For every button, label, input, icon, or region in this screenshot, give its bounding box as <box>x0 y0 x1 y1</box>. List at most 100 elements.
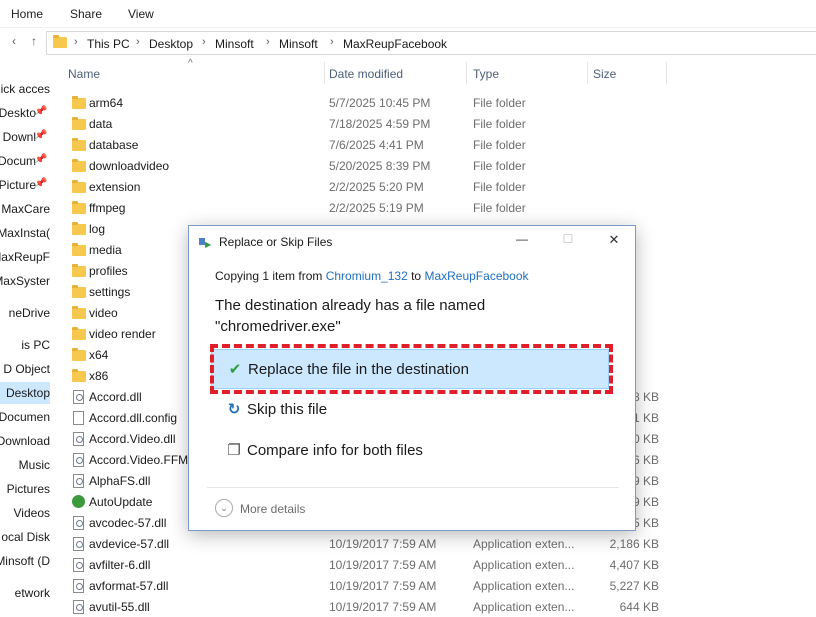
nav-item-maxcare[interactable]: MaxCare <box>0 198 50 220</box>
minimize-button[interactable]: — <box>510 232 534 250</box>
file-row[interactable]: database 7/6/2025 4:41 PM File folder <box>66 134 666 155</box>
source-folder-link[interactable]: Chromium_132 <box>326 269 408 283</box>
nav-item-desktop-pinned[interactable]: Deskto 📌 <box>0 102 50 124</box>
chevron-right-icon[interactable]: › <box>266 36 270 48</box>
breadcrumb-minsoft[interactable]: Minsoft <box>215 37 254 51</box>
nav-item-videos[interactable]: Videos <box>0 502 50 524</box>
dll-icon <box>73 600 84 614</box>
file-name: log <box>89 222 106 236</box>
file-row[interactable]: ffmpeg 2/2/2025 5:19 PM File folder <box>66 197 666 218</box>
nav-item-quick-access[interactable]: uick acces <box>0 78 50 100</box>
chevron-right-icon[interactable]: › <box>74 36 78 48</box>
file-row[interactable]: extension 2/2/2025 5:20 PM File folder <box>66 176 666 197</box>
breadcrumb-this-pc[interactable]: This PC <box>87 37 130 51</box>
close-button[interactable]: ✕ <box>602 232 626 250</box>
column-divider[interactable] <box>666 62 667 84</box>
folder-icon <box>72 348 86 361</box>
compare-files-option[interactable]: ❐ Compare info for both files <box>211 431 609 471</box>
file-name: avfilter-6.dll <box>89 558 151 572</box>
highlight-annotation <box>210 344 613 394</box>
file-row[interactable]: avformat-57.dll 10/19/2017 7:59 AM Applica… <box>66 575 666 596</box>
nav-item-3d-objects[interactable]: D Object <box>0 358 50 380</box>
nav-item-local-disk[interactable]: ocal Disk <box>0 526 50 548</box>
nav-item-maxreupfacebook[interactable]: MaxReupF <box>0 246 50 268</box>
file-type: File folder <box>473 180 526 194</box>
doc-icon <box>73 411 84 425</box>
nav-item-network[interactable]: etwork <box>0 582 50 604</box>
folder-icon <box>72 222 86 235</box>
file-type: Application exten... <box>473 558 575 572</box>
file-date-modified: 10/19/2017 7:59 AM <box>329 558 437 572</box>
nav-item-pictures-pinned[interactable]: Picture 📌 <box>0 174 50 196</box>
tab-share[interactable]: Share <box>70 7 102 21</box>
folder-icon <box>72 285 86 298</box>
chevron-right-icon[interactable]: › <box>330 36 334 48</box>
nav-item-desktop[interactable]: Desktop <box>0 382 50 404</box>
nav-item-documents-pinned[interactable]: Docum 📌 <box>0 150 50 172</box>
column-header-name[interactable]: Name <box>66 58 324 88</box>
file-row[interactable]: avutil-55.dll 10/19/2017 7:59 AM Applicati… <box>66 596 666 617</box>
file-row[interactable]: data 7/18/2025 4:59 PM File folder <box>66 113 666 134</box>
file-size: 6 KB <box>632 453 659 467</box>
file-name: x64 <box>89 348 109 362</box>
ribbon: Home Share View <box>0 0 816 28</box>
dll-icon <box>73 474 84 488</box>
file-date-modified: 7/18/2025 4:59 PM <box>329 117 431 131</box>
tab-view[interactable]: View <box>128 7 154 21</box>
breadcrumb-maxreupfacebook[interactable]: MaxReupFacebook <box>343 37 447 51</box>
file-row[interactable]: avfilter-6.dll 10/19/2017 7:59 AM Applicat… <box>66 554 666 575</box>
nav-item-maxinstacare[interactable]: MaxInsta( <box>0 222 50 244</box>
file-name: Accord.Video.FFMP <box>89 453 197 467</box>
file-date-modified: 10/19/2017 7:59 AM <box>329 537 437 551</box>
nav-item-minsoft-drive[interactable]: Minsoft (D <box>0 550 50 572</box>
file-date-modified: 5/20/2025 8:39 PM <box>329 159 431 173</box>
file-row[interactable]: avdevice-57.dll 10/19/2017 7:59 AM Applica… <box>66 533 666 554</box>
file-name: Accord.Video.dll <box>89 432 176 446</box>
navigation-pane: uick acces Deskto📌 Downl📌 Docum📌 Picture… <box>0 58 50 617</box>
destination-folder-link[interactable]: MaxReupFacebook <box>424 269 528 283</box>
address-bar[interactable]: › This PC › Desktop › Minsoft › Minsoft … <box>46 31 816 55</box>
conflict-message: The destination already has a file named… <box>215 297 486 335</box>
up-button[interactable]: ↑ <box>26 34 42 48</box>
pin-icon: 📌 <box>33 178 46 189</box>
dialog-title: Replace or Skip Files <box>219 235 333 249</box>
nav-item-onedrive[interactable]: neDrive <box>0 302 50 324</box>
nav-item-documents[interactable]: Documen <box>0 406 50 428</box>
more-details-button[interactable]: More details <box>240 502 305 516</box>
nav-item-downloads[interactable]: Download <box>0 430 50 452</box>
dll-icon <box>73 516 84 530</box>
column-header-type[interactable]: Type <box>467 58 587 88</box>
file-date-modified: 10/19/2017 7:59 AM <box>329 600 437 614</box>
file-name: ffmpeg <box>89 201 126 215</box>
file-name: arm64 <box>89 96 124 110</box>
column-header-size[interactable]: Size <box>588 58 666 88</box>
file-name: profiles <box>89 264 128 278</box>
chevron-down-icon[interactable]: ⌄ <box>215 499 233 517</box>
dll-icon <box>73 579 84 593</box>
file-type: Application exten... <box>473 600 575 614</box>
breadcrumb-desktop[interactable]: Desktop <box>149 37 193 51</box>
skip-file-option[interactable]: ↻ Skip this file <box>211 390 609 430</box>
chevron-right-icon[interactable]: › <box>202 36 206 48</box>
file-row[interactable]: downloadvideo 5/20/2025 8:39 PM File folde… <box>66 155 666 176</box>
file-row[interactable]: arm64 5/7/2025 10:45 PM File folder <box>66 92 666 113</box>
nav-item-maxsystem[interactable]: MaxSyster <box>0 270 50 292</box>
folder-icon <box>72 96 86 109</box>
tab-home[interactable]: Home <box>11 7 43 21</box>
nav-item-pictures[interactable]: Pictures <box>0 478 50 500</box>
file-size: 9 KB <box>632 474 659 488</box>
chevron-right-icon[interactable]: › <box>136 36 140 48</box>
copy-files-icon: ▶ <box>199 237 213 249</box>
dll-icon <box>73 558 84 572</box>
file-size: 644 KB <box>619 600 659 614</box>
back-button[interactable]: ‹ <box>6 34 22 48</box>
file-type: File folder <box>473 159 526 173</box>
file-date-modified: 2/2/2025 5:19 PM <box>329 201 424 215</box>
folder-icon <box>53 35 67 48</box>
column-header-date[interactable]: Date modified <box>325 58 466 88</box>
nav-item-downloads-pinned[interactable]: Downl 📌 <box>0 126 50 148</box>
nav-item-this-pc[interactable]: is PC <box>0 334 50 356</box>
compare-icon: ❐ <box>227 442 241 459</box>
breadcrumb-minsoft-2[interactable]: Minsoft <box>279 37 318 51</box>
nav-item-music[interactable]: Music <box>0 454 50 476</box>
